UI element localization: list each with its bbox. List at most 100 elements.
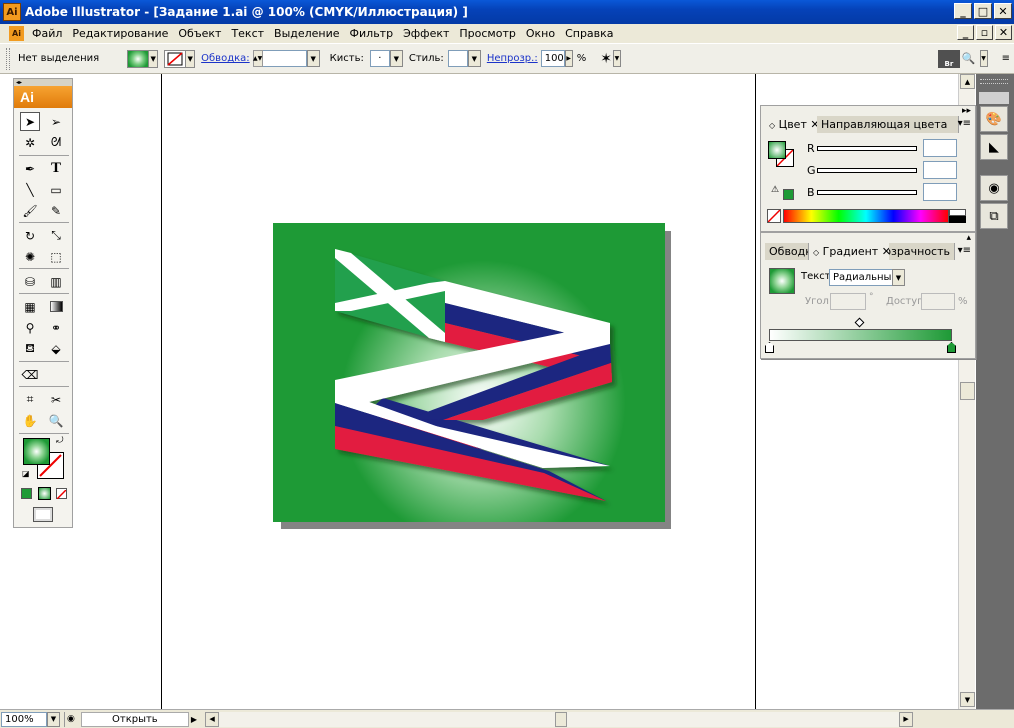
- menu-file[interactable]: Файл: [27, 27, 67, 40]
- gradient-stop-green[interactable]: [947, 342, 956, 353]
- menu-view[interactable]: Просмотр: [454, 27, 520, 40]
- menu-filter[interactable]: Фильтр: [345, 27, 399, 40]
- panel-menu-icon[interactable]: ▾≡: [958, 118, 971, 129]
- scissors-icon[interactable]: ✂: [46, 390, 66, 409]
- magic-wand-icon[interactable]: ✲: [20, 133, 40, 152]
- scroll-down-button[interactable]: ▼: [960, 692, 975, 707]
- chevron-down-icon[interactable]: ▼: [612, 50, 621, 67]
- close-button[interactable]: ✕: [994, 3, 1012, 19]
- dock-collapse-handle[interactable]: [979, 92, 1009, 104]
- gradient-mode-button[interactable]: [38, 487, 51, 500]
- gradient-stop-white[interactable]: [765, 342, 774, 353]
- control-bar-grip[interactable]: [6, 47, 10, 70]
- blue-value-input[interactable]: [923, 183, 957, 201]
- gamut-color-swatch[interactable]: [783, 189, 794, 200]
- tab-stroke[interactable]: Обводка: [765, 243, 809, 260]
- doc-minimize-button[interactable]: _: [957, 25, 974, 40]
- color-fill-proxy[interactable]: [768, 141, 786, 159]
- flag-ribbon-artwork[interactable]: [273, 223, 665, 522]
- pen-tool-icon[interactable]: ✒: [20, 159, 40, 178]
- blend-tool-icon[interactable]: ⚭: [46, 318, 66, 337]
- free-transform-icon[interactable]: ⬚: [46, 247, 66, 266]
- stroke-weight-stepper[interactable]: ▲▼: [252, 50, 263, 67]
- opacity-input[interactable]: 100: [540, 50, 565, 67]
- none-mode-button[interactable]: [56, 488, 67, 500]
- resize-grip[interactable]: [915, 712, 929, 727]
- document-icon[interactable]: Ai: [9, 26, 24, 41]
- doc-close-button[interactable]: ✕: [995, 25, 1012, 40]
- panel-collapse-icon[interactable]: ▴: [966, 233, 971, 243]
- type-tool-icon[interactable]: T: [46, 159, 66, 178]
- maximize-button[interactable]: □: [974, 3, 992, 19]
- fill-swatch-dropdown[interactable]: ▼: [127, 49, 159, 68]
- menu-help[interactable]: Справка: [560, 27, 618, 40]
- scale-tool-icon[interactable]: ⤡: [46, 226, 66, 245]
- chevron-down-icon[interactable]: ▼: [467, 50, 481, 67]
- eraser-icon[interactable]: ⌫: [20, 365, 40, 384]
- warp-tool-icon[interactable]: ✺: [20, 247, 40, 266]
- gradient-midpoint-diamond[interactable]: [854, 317, 865, 328]
- menu-object[interactable]: Объект: [173, 27, 226, 40]
- green-slider[interactable]: [817, 168, 917, 173]
- minimize-button[interactable]: _: [954, 3, 972, 19]
- hand-tool-icon[interactable]: ✋: [20, 411, 40, 430]
- menu-select[interactable]: Выделение: [269, 27, 345, 40]
- zoom-level-input[interactable]: 100%: [1, 711, 47, 727]
- gradient-ramp[interactable]: [769, 329, 952, 341]
- artwork-background[interactable]: [273, 223, 665, 522]
- gradient-tool-icon[interactable]: [46, 297, 66, 316]
- scroll-left-button[interactable]: ◀: [205, 711, 220, 727]
- scroll-up-button[interactable]: ▲: [960, 74, 975, 89]
- tab-gradient[interactable]: ◇ Градиент ✕: [809, 243, 896, 260]
- scroll-right-button[interactable]: ▶: [899, 711, 914, 727]
- selection-tool-icon[interactable]: ➤: [20, 112, 40, 131]
- live-paint-selection-icon[interactable]: ⬙: [46, 339, 66, 358]
- toolbox-collapse-handle[interactable]: ◂▸: [14, 79, 72, 86]
- line-tool-icon[interactable]: ╲: [20, 180, 40, 199]
- tab-transparency[interactable]: Прозрачность: [889, 243, 955, 260]
- tab-color-guide[interactable]: Направляющая цвета: [817, 116, 959, 133]
- green-value-input[interactable]: [923, 161, 957, 179]
- search-icon[interactable]: 🔍: [962, 52, 976, 65]
- red-value-input[interactable]: [923, 139, 957, 157]
- doc-restore-button[interactable]: ▫: [976, 25, 993, 40]
- stroke-weight-input[interactable]: [262, 50, 307, 67]
- chevron-down-icon[interactable]: ▼: [389, 50, 403, 67]
- menu-effect[interactable]: Эффект: [398, 27, 454, 40]
- horizontal-scroll-thumb[interactable]: [555, 711, 568, 727]
- status-menu-arrow-icon[interactable]: ▶: [191, 715, 197, 724]
- black-swatch[interactable]: [949, 216, 966, 223]
- eyedropper-icon[interactable]: ⚲: [20, 318, 40, 337]
- zoom-tool-icon[interactable]: 🔍: [46, 411, 66, 430]
- mesh-tool-icon[interactable]: ▦: [20, 297, 40, 316]
- brush-dropdown[interactable]: ·: [369, 50, 390, 67]
- menu-type[interactable]: Текст: [226, 27, 269, 40]
- stroke-swatch-dropdown[interactable]: ▼: [164, 49, 196, 68]
- dock-grip[interactable]: [980, 79, 1008, 84]
- stroke-label-link[interactable]: Обводка:: [201, 53, 250, 64]
- control-bar-menu-icon[interactable]: ≡: [1002, 53, 1010, 64]
- gradient-panel-icon[interactable]: ◣: [980, 134, 1008, 160]
- panel-collapse-icon[interactable]: ▸▸: [962, 106, 971, 116]
- rectangle-tool-icon[interactable]: ▭: [46, 180, 66, 199]
- white-swatch[interactable]: [949, 209, 966, 216]
- bridge-button[interactable]: Br: [937, 49, 960, 68]
- recolor-artwork-icon[interactable]: ✶: [600, 51, 612, 67]
- chevron-down-icon[interactable]: ▼: [47, 711, 60, 727]
- none-color-swatch[interactable]: [767, 209, 781, 223]
- status-text-field[interactable]: Открыть: [80, 711, 189, 727]
- gradient-type-dropdown[interactable]: Радиальный: [829, 269, 898, 286]
- chevron-down-icon[interactable]: ▼: [306, 50, 320, 67]
- gradient-preview-swatch[interactable]: [769, 268, 795, 294]
- graph-tool-icon[interactable]: ▥: [46, 272, 66, 291]
- color-guide-panel-icon[interactable]: 🎨: [980, 106, 1008, 132]
- scroll-thumb[interactable]: [960, 382, 975, 400]
- layers-panel-icon[interactable]: ⧉: [980, 203, 1008, 229]
- menu-window[interactable]: Окно: [521, 27, 560, 40]
- pencil-icon[interactable]: ✎: [46, 201, 66, 220]
- direct-selection-tool-icon[interactable]: ➢: [46, 112, 66, 131]
- opacity-label-link[interactable]: Непрозр.:: [487, 53, 538, 64]
- screen-mode-button[interactable]: [33, 507, 53, 522]
- red-slider[interactable]: [817, 146, 917, 151]
- fill-color-box[interactable]: [23, 438, 50, 465]
